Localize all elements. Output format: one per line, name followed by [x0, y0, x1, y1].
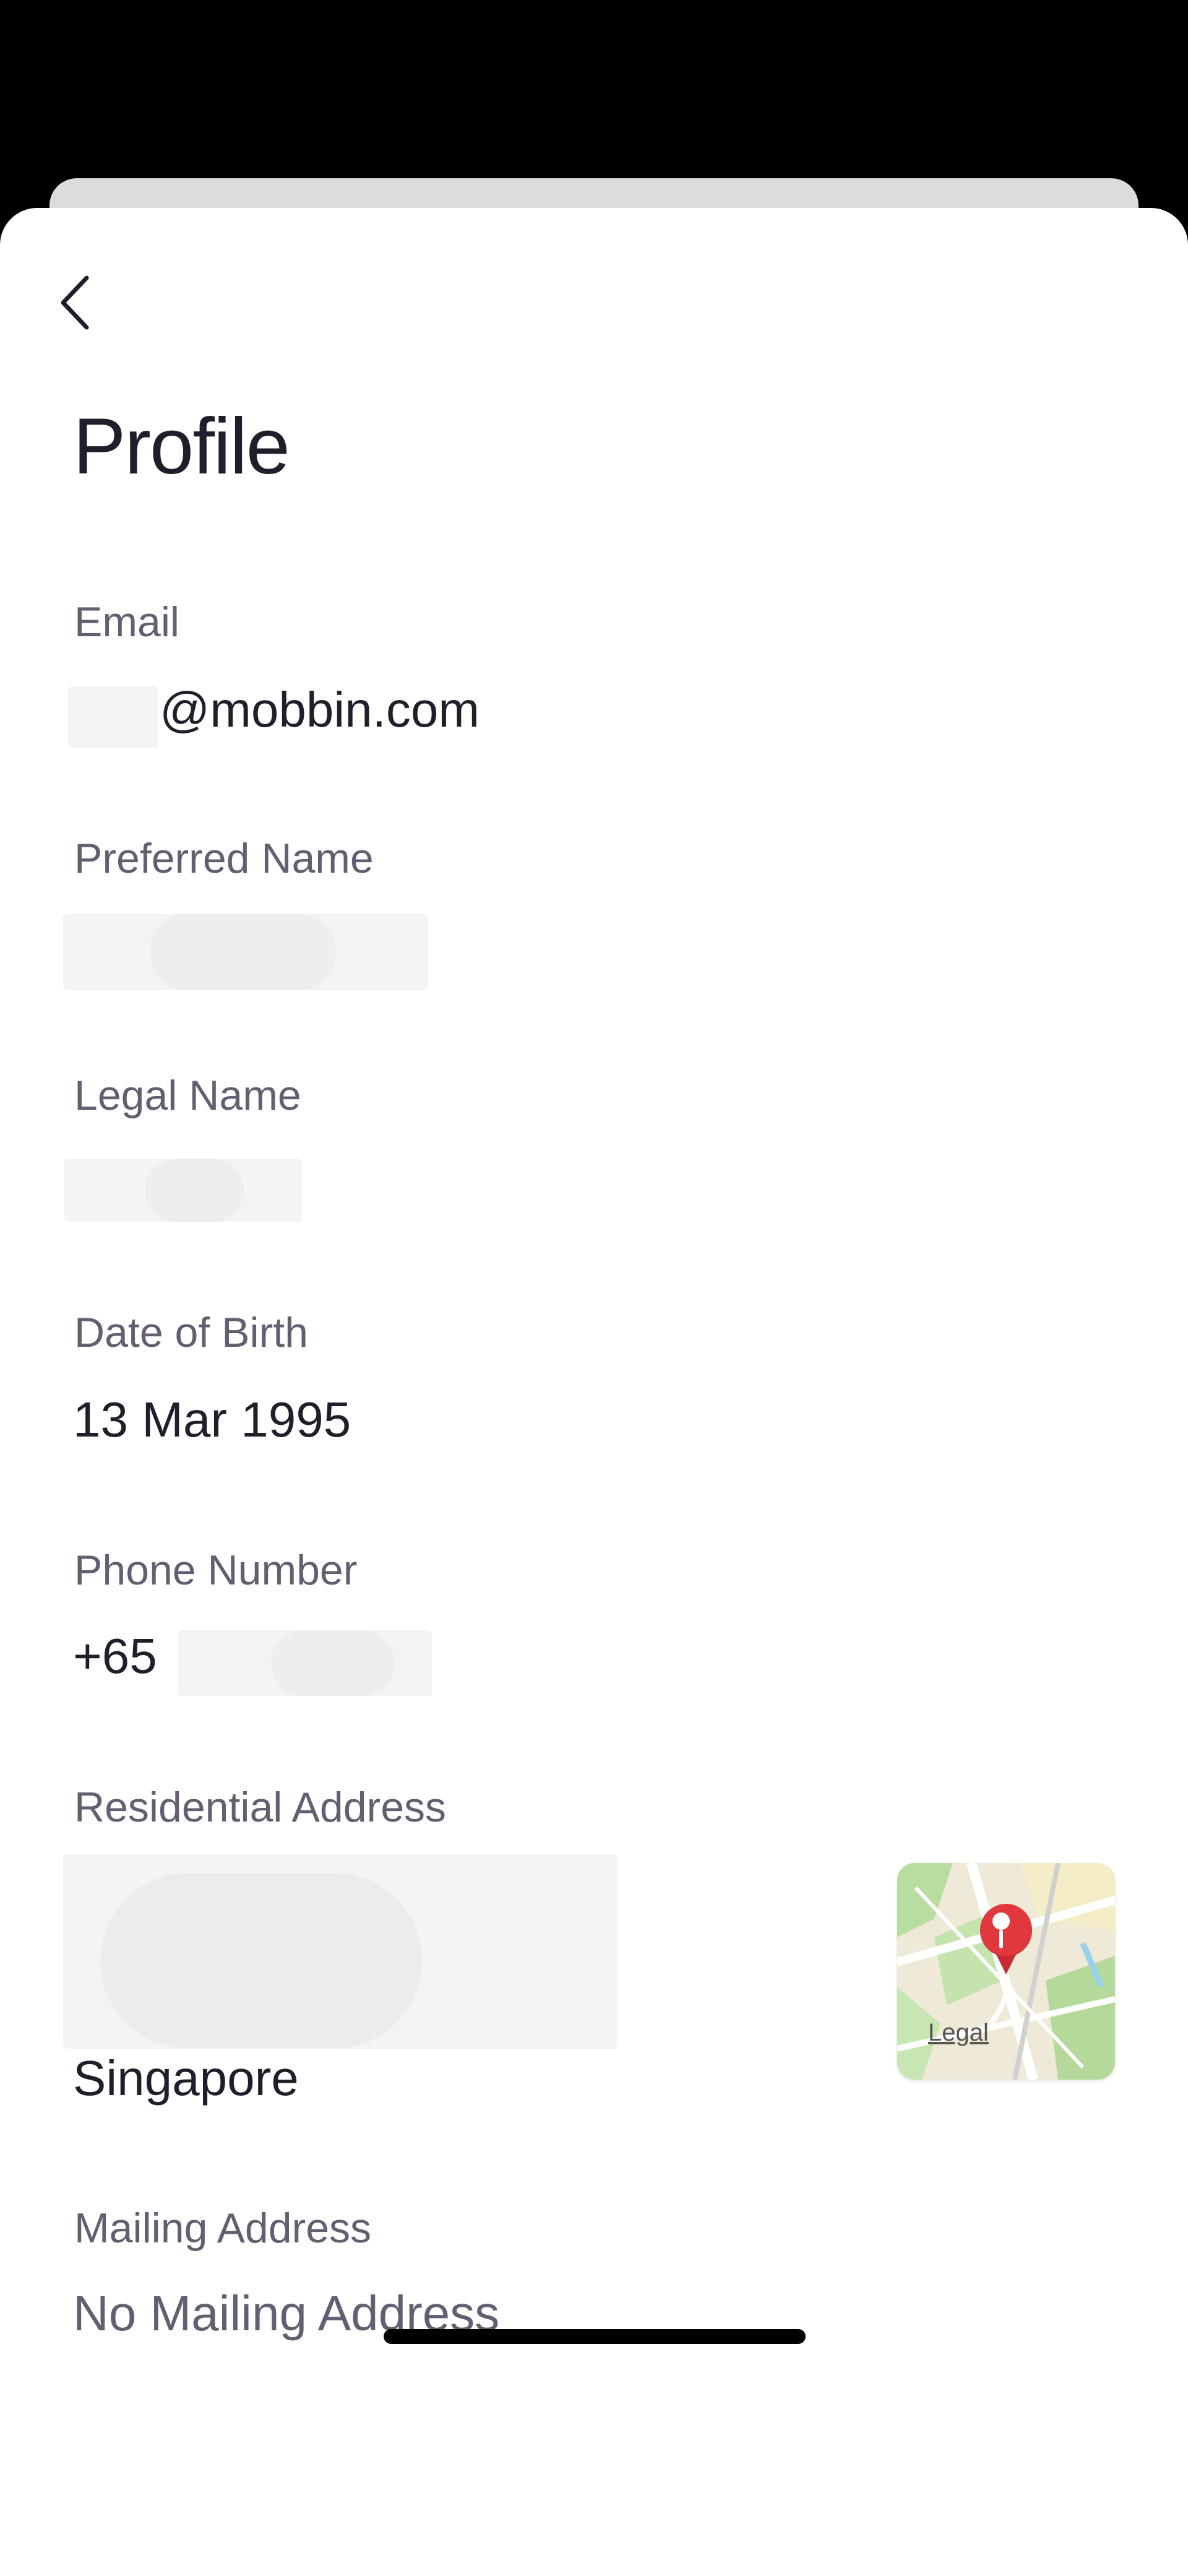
legal-name-label: Legal Name [74, 1072, 301, 1119]
residential-map-thumbnail[interactable]: Legal [897, 1863, 1115, 2080]
dob-value: 13 Mar 1995 [73, 1392, 351, 1447]
map-legal-link[interactable]: Legal [928, 2019, 989, 2047]
phone-redaction [178, 1630, 432, 1696]
profile-sheet: Profile Email @mobbin.com Preferred Name… [0, 208, 1188, 2576]
residential-redaction [63, 1854, 618, 2049]
email-label: Email [74, 599, 180, 646]
residential-value: Singapore [73, 2051, 299, 2106]
phone-prefix: +65 [73, 1628, 157, 1683]
legal-name-redaction [64, 1159, 302, 1222]
residential-label: Residential Address [74, 1784, 447, 1831]
mailing-label: Mailing Address [74, 2205, 372, 2252]
preferred-name-redaction [63, 914, 428, 990]
email-redaction [68, 686, 158, 748]
page-title: Profile [73, 402, 290, 491]
dob-label: Date of Birth [74, 1309, 308, 1356]
back-button[interactable] [45, 270, 106, 338]
phone-label: Phone Number [74, 1547, 358, 1594]
email-value: @mobbin.com [160, 682, 480, 737]
preferred-name-label: Preferred Name [74, 835, 374, 882]
home-indicator[interactable] [384, 2329, 806, 2344]
chevron-left-icon [57, 272, 94, 337]
map-graphic [897, 1863, 1115, 2080]
